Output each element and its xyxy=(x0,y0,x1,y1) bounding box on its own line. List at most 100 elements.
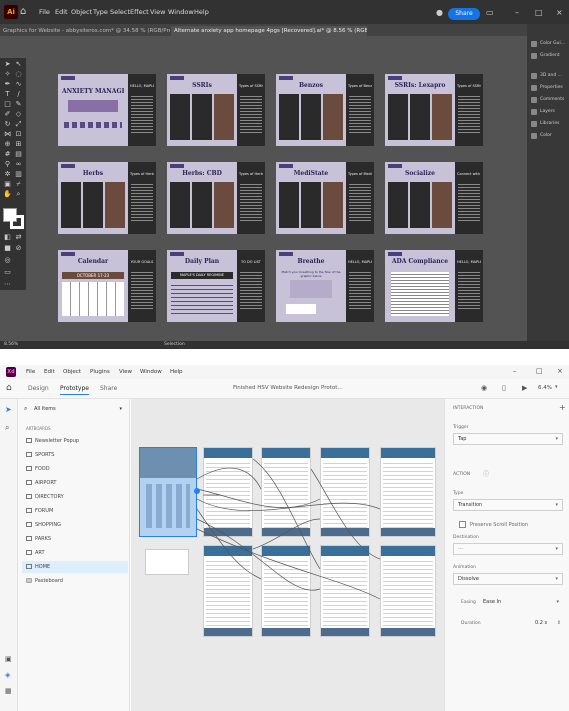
artboard-anxiety-manager[interactable]: ANXIETY MANAGER HELLO, MAPLE xyxy=(58,74,156,146)
artboard-item[interactable]: AIRPORT xyxy=(22,477,128,489)
maximize-icon[interactable]: □ xyxy=(536,367,543,375)
panel-libraries[interactable]: Libraries xyxy=(527,118,569,130)
artboard-item[interactable]: Newsletter Popup xyxy=(22,435,128,447)
tab-anxiety-app[interactable]: Alternate anxiety app homepage 4pgs [Rec… xyxy=(171,26,367,36)
layers-icon[interactable]: ◈ xyxy=(5,671,10,679)
artboard-ssris[interactable]: SSRIs Types of SSRIs xyxy=(167,74,265,146)
menu-file[interactable]: File xyxy=(39,8,50,16)
plugins-icon[interactable]: ▦ xyxy=(5,687,12,695)
minimize-icon[interactable]: – xyxy=(513,367,517,375)
minimize-icon[interactable]: – xyxy=(515,8,519,18)
blend-icon[interactable]: ∞ xyxy=(14,160,23,168)
panel-3d[interactable]: 3D and ... xyxy=(527,70,569,82)
artboard-breathe[interactable]: Breathe Match your breathing to the flow… xyxy=(276,250,374,322)
artboard-medistate[interactable]: MediState Types of Meditation xyxy=(276,162,374,234)
hand-tool-icon[interactable]: ✋ xyxy=(3,190,12,198)
document-assets-icon[interactable]: ▣ xyxy=(5,655,12,663)
add-interaction-icon[interactable]: + xyxy=(559,403,566,412)
trigger-dropdown[interactable]: Tap ▾ xyxy=(453,433,563,445)
artboard-item[interactable]: DIRECTORY xyxy=(22,491,128,503)
artboard-herbs-cbd[interactable]: Herbs: CBD Types of Herbs xyxy=(167,162,265,234)
device-preview-icon[interactable]: ▯ xyxy=(502,384,506,392)
default-colors-icon[interactable]: ◧ xyxy=(3,233,12,241)
menu-object[interactable]: Object xyxy=(63,369,81,375)
stroke-swatch[interactable] xyxy=(10,215,24,229)
artboard-item[interactable]: FOOD xyxy=(22,463,128,475)
magic-wand-icon[interactable]: ✧ xyxy=(3,70,12,78)
wire-handle[interactable] xyxy=(194,488,200,494)
user-icon[interactable]: ◉ xyxy=(481,384,487,392)
maximize-icon[interactable]: □ xyxy=(535,8,543,18)
panel-color[interactable]: Color xyxy=(527,130,569,142)
scale-icon[interactable]: ⤢ xyxy=(14,120,23,128)
brush-tool-icon[interactable]: ✎ xyxy=(14,100,23,108)
swap-colors-icon[interactable]: ⇄ xyxy=(14,233,23,241)
panel-gradient[interactable]: Gradient xyxy=(527,50,569,62)
user-avatar-icon[interactable]: ● xyxy=(436,8,443,18)
destination-dropdown[interactable]: --- ▾ xyxy=(453,543,563,555)
artboard-item[interactable]: ART xyxy=(22,547,128,559)
menu-window[interactable]: Window xyxy=(168,8,194,16)
menu-window[interactable]: Window xyxy=(140,369,162,375)
type-tool-icon[interactable]: T xyxy=(3,90,12,98)
artboard-item-home[interactable]: HOME xyxy=(22,561,128,573)
share-button[interactable]: Share xyxy=(448,8,480,20)
gradient-tool-icon[interactable]: ▤ xyxy=(14,150,23,158)
panel-comments[interactable]: Comments xyxy=(527,94,569,106)
color-mode-icon[interactable]: ■ xyxy=(3,244,12,252)
panel-properties[interactable]: Properties xyxy=(527,82,569,94)
zoom-tool-icon[interactable]: ⌕ xyxy=(14,190,23,198)
zoom-level[interactable]: 8.56% xyxy=(4,341,18,349)
selection-tool-icon[interactable]: ➤ xyxy=(3,60,12,68)
prototype-canvas[interactable] xyxy=(131,399,444,711)
artboard-item[interactable]: FORUM xyxy=(22,505,128,517)
lasso-icon[interactable]: ◌ xyxy=(14,70,23,78)
artboard-ada[interactable]: ADA Compliance HELLO, MAPLE xyxy=(385,250,483,322)
menu-file[interactable]: File xyxy=(26,369,35,375)
info-icon[interactable]: ⓘ xyxy=(483,469,489,478)
screen-mode-icon[interactable]: ▭ xyxy=(3,268,12,276)
menu-select[interactable]: Select xyxy=(110,8,130,16)
animation-dropdown[interactable]: Dissolve ▾ xyxy=(453,573,563,585)
tab-graphics[interactable]: Graphics for Website - abbysiteros.com* … xyxy=(0,26,170,36)
tab-share[interactable]: Share xyxy=(100,385,117,392)
draw-mode-icon[interactable]: ◎ xyxy=(3,256,12,264)
mesh-icon[interactable]: # xyxy=(3,150,12,158)
play-icon[interactable]: ▶ xyxy=(522,384,527,392)
artboards-canvas[interactable]: ANXIETY MANAGER HELLO, MAPLE SSRIs Types… xyxy=(28,60,522,340)
free-transform-icon[interactable]: ⊡ xyxy=(14,130,23,138)
menu-object[interactable]: Object xyxy=(71,8,92,16)
workspace-icon[interactable]: ▭ xyxy=(486,8,494,18)
slice-icon[interactable]: ⌿ xyxy=(14,180,23,188)
zoom-dropdown-icon[interactable]: ▾ xyxy=(555,384,558,390)
type-dropdown[interactable]: Transition ▾ xyxy=(453,499,563,511)
tab-prototype[interactable]: Prototype xyxy=(60,385,89,395)
menu-view[interactable]: View xyxy=(119,369,132,375)
perspective-icon[interactable]: ⊞ xyxy=(14,140,23,148)
menu-help[interactable]: Help xyxy=(194,8,209,16)
panel-layers[interactable]: Layers xyxy=(527,106,569,118)
close-icon[interactable]: × xyxy=(556,8,563,18)
pasteboard-item[interactable]: Pasteboard xyxy=(22,575,128,587)
artboard-daily-plan[interactable]: Daily Plan MAPLE'S DAILY REGIMINE TO DO … xyxy=(167,250,265,322)
pen-tool-icon[interactable]: ✒ xyxy=(3,80,12,88)
more-tools-icon[interactable]: ⋯ xyxy=(3,280,12,288)
zoom-tool-icon[interactable]: ⌕ xyxy=(5,423,9,433)
menu-edit[interactable]: Edit xyxy=(44,369,55,375)
eraser-icon[interactable]: ◇ xyxy=(14,110,23,118)
document-title[interactable]: Finished HSV Website Redesign Protot... xyxy=(233,385,343,391)
symbol-sprayer-icon[interactable]: ✲ xyxy=(3,170,12,178)
artboard-item[interactable]: SPORTS xyxy=(22,449,128,461)
shaper-tool-icon[interactable]: ✐ xyxy=(3,110,12,118)
easing-dropdown[interactable]: Ease In ▾ xyxy=(483,596,563,608)
artboard-herbs[interactable]: Herbs Types of Herbs xyxy=(58,162,156,234)
rotate-icon[interactable]: ↻ xyxy=(3,120,12,128)
menu-edit[interactable]: Edit xyxy=(55,8,68,16)
artboard-item[interactable]: SHOPPING xyxy=(22,519,128,531)
shape-builder-icon[interactable]: ⊕ xyxy=(3,140,12,148)
graph-icon[interactable]: ▥ xyxy=(14,170,23,178)
duration-stepper[interactable]: 0.2 s ⇕ xyxy=(535,617,563,629)
rectangle-tool-icon[interactable]: □ xyxy=(3,100,12,108)
preserve-scroll-checkbox[interactable] xyxy=(459,521,466,528)
artboard-item[interactable]: PARKS xyxy=(22,533,128,545)
